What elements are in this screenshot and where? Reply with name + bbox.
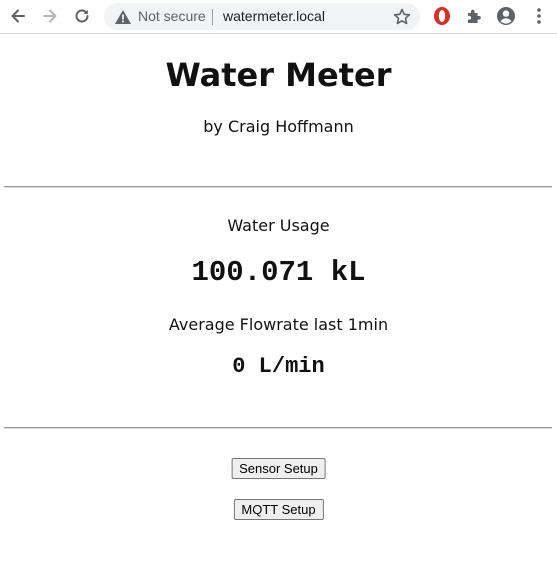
divider-top [4,186,552,188]
sensor-setup-button[interactable]: Sensor Setup [231,458,326,479]
page-title: Water Meter [165,56,392,94]
bookmark-star-icon[interactable] [392,7,412,27]
menu-kebab-icon[interactable] [528,5,550,27]
author-byline: by Craig Hoffmann [203,117,354,136]
extensions-puzzle-icon[interactable] [463,5,485,27]
opera-extension-icon[interactable] [431,5,453,27]
url-text[interactable]: watermeter.local [223,8,325,24]
divider-bottom [4,427,552,429]
forward-arrow-icon[interactable] [39,5,61,27]
warning-triangle-icon[interactable] [114,8,132,26]
profile-avatar-icon[interactable] [495,5,517,27]
mqtt-setup-button[interactable]: MQTT Setup [233,499,324,520]
address-bar[interactable]: Not secure watermeter.local [104,3,420,30]
omnibox-divider [212,9,213,25]
flowrate-label: Average Flowrate last 1min [168,315,389,334]
reload-icon[interactable] [71,5,93,27]
security-status-label[interactable]: Not secure [138,8,206,24]
flowrate-value: 0 L/min [232,354,325,379]
back-arrow-icon[interactable] [7,5,29,27]
browser-toolbar: Not secure watermeter.local [0,0,557,34]
water-usage-value: 100.071 kL [191,256,366,289]
water-usage-label: Water Usage [227,216,330,235]
